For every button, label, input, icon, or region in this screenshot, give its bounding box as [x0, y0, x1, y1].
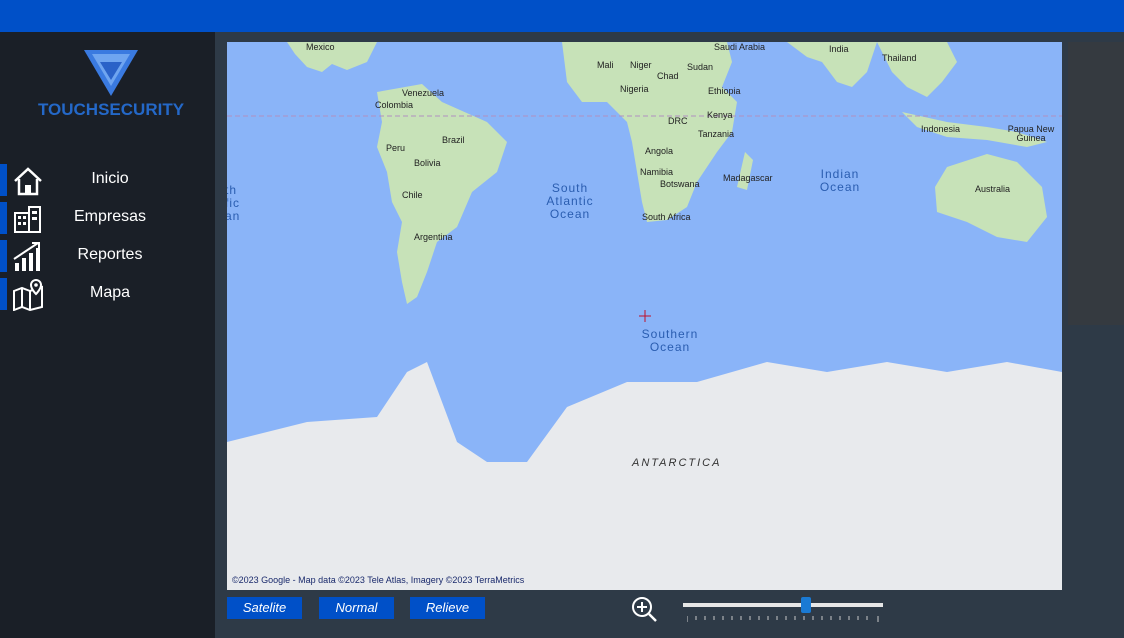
map-label: Brazil [442, 135, 465, 145]
map-label: Kenya [707, 110, 733, 120]
zoom-slider[interactable] [683, 596, 883, 624]
sidebar-item-inicio[interactable]: Inicio [0, 162, 215, 200]
map-label: Ethiopia [708, 86, 741, 96]
map-label: Chile [402, 190, 423, 200]
zoom-slider-thumb[interactable] [801, 597, 811, 613]
nav-marker [0, 164, 7, 196]
zoom-slider-track [683, 603, 883, 607]
map-label: Tanzania [698, 129, 735, 139]
ocean-label-edge: th fic an [227, 183, 241, 223]
map-label: Bolivia [414, 158, 441, 168]
map-label: Papua New Guinea [1007, 124, 1055, 143]
map-label: South Africa [642, 212, 691, 222]
ocean-label-southern: Southern Ocean [641, 327, 699, 354]
sidebar-item-label: Mapa [89, 284, 131, 301]
map-label-antarctica: ANTARCTICA [632, 457, 722, 469]
ocean-label-south-atlantic: South Atlantic Ocean [546, 181, 594, 221]
map-label: Mali [597, 60, 614, 70]
nav-marker [0, 202, 7, 234]
zoom-slider-ticks [687, 616, 879, 622]
sidebar-nav: Inicio Empresas Reportes Mapa [0, 162, 215, 314]
map-label: India [829, 44, 849, 54]
right-side-panel [1068, 42, 1124, 325]
sidebar-item-mapa[interactable]: Mapa [0, 276, 215, 314]
satelite-button[interactable]: Satelite [227, 597, 302, 619]
sidebar: TOUCHSECURITY Inicio Empresas Reportes M… [0, 32, 215, 638]
map-label: Madagascar [723, 173, 773, 183]
map-label: DRC [668, 116, 688, 126]
nav-marker [0, 278, 7, 310]
map-label: Namibia [640, 167, 674, 177]
sidebar-item-label: Reportes [77, 246, 143, 263]
map-label: Mexico [306, 42, 335, 52]
brand-name: TOUCHSECURITY [37, 100, 185, 119]
sidebar-item-label: Empresas [73, 208, 147, 225]
map-label: Venezuela [402, 88, 445, 98]
normal-button[interactable]: Normal [319, 597, 394, 619]
map-label: Colombia [375, 100, 414, 110]
map-label: Peru [386, 143, 406, 153]
map-label: Thailand [882, 53, 917, 63]
sidebar-item-label: Inicio [91, 170, 129, 187]
sidebar-item-empresas[interactable]: Empresas [0, 200, 215, 238]
world-map[interactable]: Mexico Saudi Arabia India Thailand Mali … [227, 42, 1062, 590]
map-label: Indonesia [921, 124, 961, 134]
brand-logo: TOUCHSECURITY [0, 48, 215, 138]
map-label: Sudan [687, 62, 714, 72]
map-label: Argentina [414, 232, 453, 242]
map-label: Chad [657, 71, 679, 81]
map-copyright: ©2023 Google - Map data ©2023 Tele Atlas… [232, 575, 525, 585]
nav-marker [0, 240, 7, 272]
top-bar [0, 0, 1124, 32]
map-label: Australia [975, 184, 1011, 194]
map-label: Botswana [660, 179, 700, 189]
map-label: Angola [645, 146, 674, 156]
sidebar-item-reportes[interactable]: Reportes [0, 238, 215, 276]
map-label: Nigeria [620, 84, 649, 94]
map-label: Saudi Arabia [714, 42, 766, 52]
zoom-in-icon[interactable] [630, 595, 658, 623]
shield-v-logo-icon [84, 50, 138, 96]
ocean-label-indian: Indian Ocean [819, 167, 861, 194]
map-label: Niger [630, 60, 652, 70]
relieve-button[interactable]: Relieve [410, 597, 485, 619]
